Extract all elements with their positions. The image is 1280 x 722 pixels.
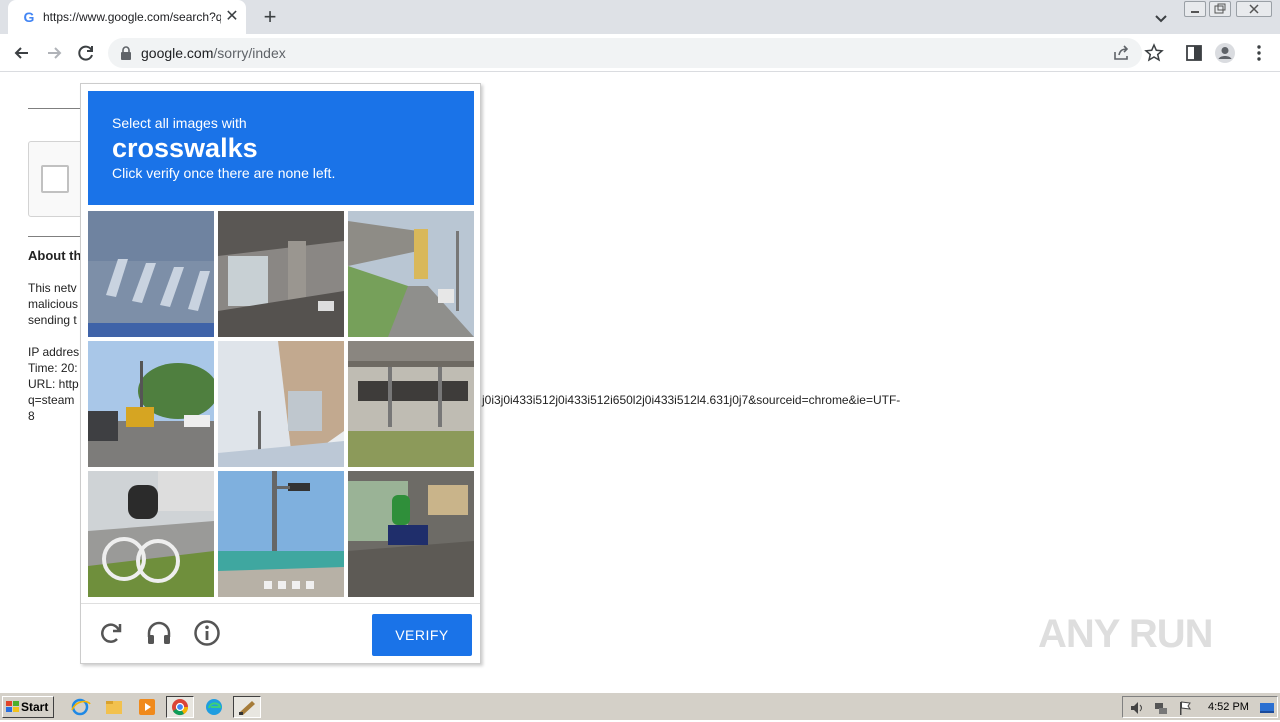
back-arrow-icon[interactable] xyxy=(11,42,33,64)
menu-kebab-icon[interactable] xyxy=(1248,42,1270,64)
about-heading: About th xyxy=(28,248,82,263)
image-tile-building-wall[interactable] xyxy=(218,341,344,467)
image-tile-street-with-truck[interactable] xyxy=(88,341,214,467)
image-tile-crosswalk-stripes[interactable] xyxy=(88,211,214,337)
tab-title: https://www.google.com/search?q= xyxy=(43,10,221,24)
forward-arrow-icon[interactable] xyxy=(43,42,65,64)
side-panel-icon[interactable] xyxy=(1183,42,1205,64)
network-icon[interactable] xyxy=(1153,700,1169,716)
info-icon[interactable] xyxy=(193,619,221,647)
image-tile-road-with-temple[interactable] xyxy=(348,211,474,337)
bookmark-star-icon[interactable] xyxy=(1143,42,1165,64)
restore-button[interactable] xyxy=(1209,1,1231,17)
url-host: google.com xyxy=(141,45,214,61)
taskbar: Start 4:52 PM xyxy=(0,692,1280,720)
instruction-subline: Click verify once there are none left. xyxy=(112,165,336,181)
challenge-header: Select all images with crosswalks Click … xyxy=(88,91,474,205)
info-line: URL: http xyxy=(28,377,79,391)
challenge-footer: VERIFY xyxy=(81,603,480,664)
pen-tool-icon xyxy=(239,701,255,715)
browser-tab[interactable]: G https://www.google.com/search?q= ✕ xyxy=(8,0,246,34)
url-tail-text: j0i3j0i433i512j0i433i512i650l2j0i433i512… xyxy=(482,393,901,407)
url-path: /sorry/index xyxy=(213,45,286,61)
tab-search-icon[interactable] xyxy=(1151,8,1171,28)
image-tile-traffic-light-crosswalk[interactable] xyxy=(218,471,344,597)
edge-icon[interactable] xyxy=(200,696,228,718)
tool-taskbar-button[interactable] xyxy=(233,696,261,718)
share-icon[interactable] xyxy=(1111,42,1133,64)
windows-logo-icon xyxy=(6,701,19,712)
close-window-button[interactable] xyxy=(1236,1,1272,17)
audio-challenge-headphones-icon[interactable] xyxy=(145,619,173,647)
address-bar[interactable]: google.com/sorry/index xyxy=(108,38,1142,68)
url-end-text: 8 xyxy=(28,409,35,423)
url-text: google.com/sorry/index xyxy=(141,45,286,61)
minimize-button[interactable] xyxy=(1184,1,1206,17)
google-g-icon: G xyxy=(23,9,35,25)
image-tile-motorcyclist[interactable] xyxy=(348,471,474,597)
info-line: IP addres xyxy=(28,345,80,359)
image-tile-parking-lot[interactable] xyxy=(348,341,474,467)
taskbar-clock: 4:52 PM xyxy=(1208,701,1249,713)
divider xyxy=(28,108,80,109)
instruction-line: Select all images with xyxy=(112,115,247,131)
media-player-icon[interactable] xyxy=(133,696,161,718)
internet-explorer-icon[interactable] xyxy=(66,696,94,718)
new-tab-button[interactable]: + xyxy=(258,6,282,30)
reload-icon[interactable] xyxy=(75,42,97,64)
info-line: Time: 20: xyxy=(28,361,78,375)
tab-close-icon[interactable]: ✕ xyxy=(223,8,241,26)
recaptcha-checkbox[interactable] xyxy=(41,165,69,193)
recaptcha-checkbox-widget xyxy=(28,141,88,217)
browser-toolbar: google.com/sorry/index xyxy=(0,34,1280,72)
start-button[interactable]: Start xyxy=(2,696,54,718)
file-explorer-icon[interactable] xyxy=(100,696,128,718)
chrome-icon xyxy=(172,699,189,716)
verify-button[interactable]: VERIFY xyxy=(372,614,472,656)
lock-icon[interactable] xyxy=(120,46,132,60)
reload-challenge-icon[interactable] xyxy=(97,619,125,647)
recaptcha-challenge: Select all images with crosswalks Click … xyxy=(80,83,481,664)
profile-avatar-icon[interactable] xyxy=(1214,42,1236,64)
image-tile-overpass-underside[interactable] xyxy=(218,211,344,337)
body-line: This netv xyxy=(28,281,77,295)
action-center-flag-icon[interactable] xyxy=(1177,700,1193,716)
start-label: Start xyxy=(21,700,49,714)
chrome-taskbar-button[interactable] xyxy=(166,696,194,718)
volume-icon[interactable] xyxy=(1129,700,1145,716)
body-line: sending t xyxy=(28,313,77,327)
challenge-keyword: crosswalks xyxy=(112,133,258,163)
anyrun-watermark: ANY RUN xyxy=(1038,612,1214,656)
image-tile-cyclist[interactable] xyxy=(88,471,214,597)
divider xyxy=(28,236,80,237)
info-line: q=steam xyxy=(28,393,75,407)
show-desktop-icon[interactable] xyxy=(1259,700,1275,716)
system-tray xyxy=(1122,696,1278,718)
body-line: malicious xyxy=(28,297,79,311)
tab-strip: G https://www.google.com/search?q= ✕ + xyxy=(0,0,1280,34)
